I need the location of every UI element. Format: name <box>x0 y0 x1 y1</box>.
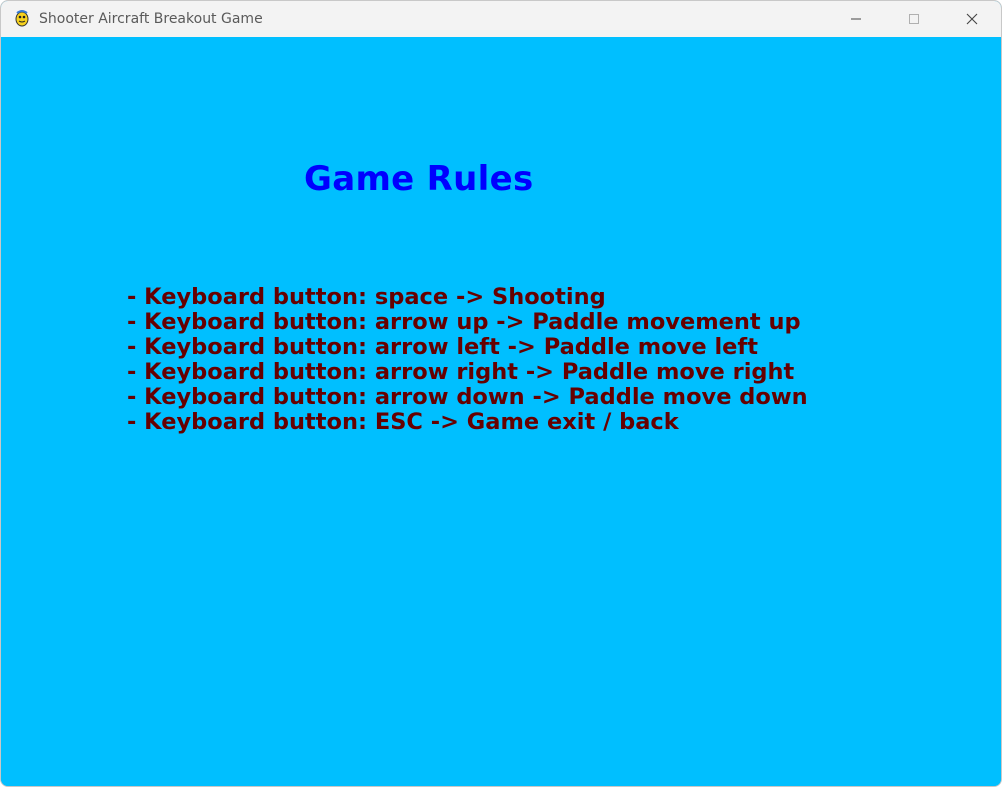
minimize-icon <box>850 10 862 29</box>
rule-move-left: - Keyboard button: arrow left -> Paddle … <box>127 334 758 360</box>
rule-move-up: - Keyboard button: arrow up -> Paddle mo… <box>127 309 801 335</box>
rule-shooting: - Keyboard button: space -> Shooting <box>127 284 606 310</box>
close-button[interactable] <box>943 1 1001 37</box>
app-icon <box>13 9 31 27</box>
game-screen: Game Rules - Keyboard button: space -> S… <box>1 37 1001 786</box>
title-bar[interactable]: Shooter Aircraft Breakout Game <box>1 1 1001 37</box>
maximize-button[interactable] <box>885 1 943 37</box>
window-title: Shooter Aircraft Breakout Game <box>39 11 263 27</box>
rule-exit: - Keyboard button: ESC -> Game exit / ba… <box>127 409 679 435</box>
game-window: Shooter Aircraft Breakout Game Game Rule… <box>0 0 1002 787</box>
close-icon <box>966 10 978 29</box>
minimize-button[interactable] <box>827 1 885 37</box>
rule-move-right: - Keyboard button: arrow right -> Paddle… <box>127 359 795 385</box>
maximize-icon <box>908 10 920 29</box>
rules-list: - Keyboard button: space -> Shooting - K… <box>127 285 808 435</box>
rule-move-down: - Keyboard button: arrow down -> Paddle … <box>127 384 808 410</box>
game-rules-title: Game Rules <box>304 159 534 199</box>
